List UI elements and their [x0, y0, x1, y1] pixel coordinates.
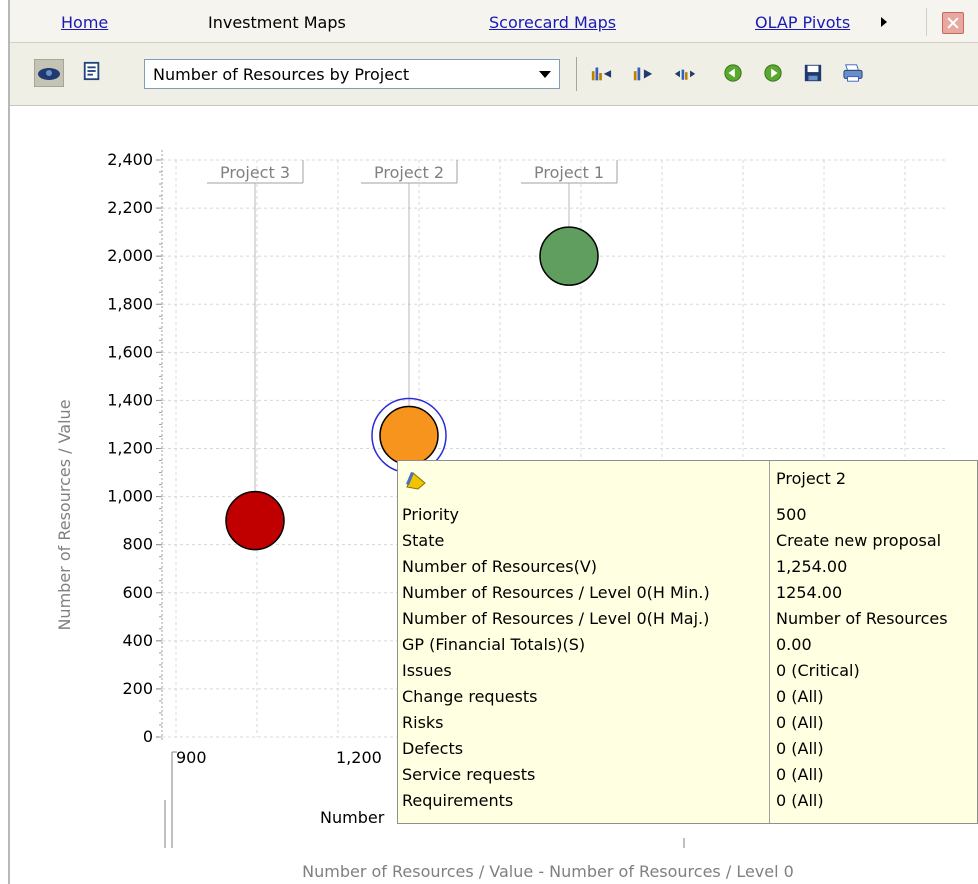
next-icon[interactable] — [762, 63, 784, 83]
tooltip-row-label: Change requests — [402, 687, 538, 706]
tooltip-row: Defects 0 (All) — [398, 739, 978, 765]
y-tick-label: 1,000 — [107, 487, 153, 506]
tooltip-row-value: 0 (All) — [776, 713, 824, 732]
tab-divider — [926, 8, 927, 36]
tooltip-row: Number of Resources / Level 0(H Maj.) Num… — [398, 609, 978, 635]
toolbar-divider — [576, 57, 577, 91]
move-left-icon[interactable] — [590, 63, 612, 83]
y-tick-label: 1,400 — [107, 390, 153, 409]
tab-home[interactable]: Home — [61, 13, 108, 32]
map-select-value: Number of Resources by Project — [153, 65, 410, 84]
y-tick-label: 2,400 — [107, 150, 153, 169]
move-both-icon[interactable] — [674, 63, 696, 83]
y-tick-label: 600 — [122, 583, 153, 602]
tooltip-row-value: 0 (All) — [776, 687, 824, 706]
tooltip-row-label: Priority — [402, 505, 459, 524]
tooltip-row-label: Number of Resources / Level 0(H Min.) — [402, 583, 710, 602]
tooltip-row-label: Requirements — [402, 791, 514, 810]
tooltip-row-label: Defects — [402, 739, 464, 758]
caret-right-icon[interactable] — [881, 17, 887, 27]
project-label: Project 3 — [220, 163, 290, 182]
save-icon[interactable] — [802, 63, 824, 83]
previous-icon[interactable] — [722, 63, 744, 83]
tooltip-row-value: 0.00 — [776, 635, 812, 654]
x-axis-partial-label: Number — [320, 808, 385, 827]
close-icon[interactable] — [942, 12, 964, 34]
tooltip-row-value: 1254.00 — [776, 583, 843, 602]
y-tick-label: 1,600 — [107, 342, 153, 361]
tooltip-row-label: Number of Resources / Level 0(H Maj.) — [402, 609, 710, 628]
y-tick-label: 2,000 — [107, 246, 153, 265]
tab-bar: Home Investment Maps Scorecard Maps OLAP… — [10, 0, 978, 43]
toolbar: Number of Resources by Project — [10, 43, 978, 106]
project-label: Project 1 — [534, 163, 604, 182]
map-select[interactable]: Number of Resources by Project — [144, 59, 560, 89]
chevron-down-icon[interactable] — [539, 71, 551, 78]
print-icon[interactable] — [842, 63, 864, 83]
y-tick-label: 800 — [122, 535, 153, 554]
tooltip-row-value: 1,254.00 — [776, 557, 848, 576]
y-tick-label: 0 — [143, 727, 153, 746]
tooltip-row-label: Issues — [402, 661, 452, 680]
tooltip-row: Change requests 0 (All) — [398, 687, 978, 713]
tooltip-row-value: 0 (All) — [776, 765, 824, 784]
tooltip-row-label: Number of Resources(V) — [402, 557, 598, 576]
tooltip-row: Risks 0 (All) — [398, 713, 978, 739]
tooltip-row-value: 0 (All) — [776, 791, 824, 810]
properties-icon[interactable] — [81, 61, 103, 81]
tooltip-row-label: Risks — [402, 713, 444, 732]
tooltip-row: GP (Financial Totals)(S) 0.00 — [398, 635, 978, 661]
y-tick-label: 200 — [122, 679, 153, 698]
project-icon — [406, 472, 426, 490]
tab-investment-maps[interactable]: Investment Maps — [208, 13, 346, 32]
tooltip-row: Issues 0 (Critical) — [398, 661, 978, 687]
y-tick-label: 400 — [122, 631, 153, 650]
project-bubble[interactable] — [379, 405, 439, 466]
y-tick-label: 1,200 — [107, 439, 153, 458]
x-tick-label: 900 — [176, 748, 207, 767]
tooltip-title: Project 2 — [776, 469, 847, 488]
tooltip-row: Requirements 0 (All) — [398, 791, 978, 817]
project-tooltip: Project 2 Priority 500 State Create new pro… — [397, 460, 978, 824]
tooltip-row-value: 0 (Critical) — [776, 661, 860, 680]
project-bubble[interactable] — [539, 226, 599, 286]
tooltip-row-value: 500 — [776, 505, 807, 524]
tooltip-row-label: Service requests — [402, 765, 536, 784]
move-right-icon[interactable] — [632, 63, 654, 83]
tooltip-row: Number of Resources(V) 1,254.00 — [398, 557, 978, 583]
y-tick-label: 1,800 — [107, 294, 153, 313]
tooltip-row-value: Number of Resources — [776, 609, 948, 628]
project-label: Project 2 — [374, 163, 444, 182]
x-tick-label: 1,200 — [336, 748, 382, 767]
y-axis-label: Number of Resources / Value — [55, 399, 74, 630]
tab-scorecard-maps[interactable]: Scorecard Maps — [489, 13, 616, 32]
view-map-icon[interactable] — [34, 59, 64, 87]
tooltip-row: Priority 500 — [398, 505, 978, 531]
tooltip-row: State Create new proposal — [398, 531, 978, 557]
y-tick-label: 2,200 — [107, 198, 153, 217]
tab-olap-pivots[interactable]: OLAP Pivots — [755, 13, 850, 32]
tooltip-row-value: 0 (All) — [776, 739, 824, 758]
x-axis-label: Number of Resources / Value - Number of … — [302, 862, 794, 881]
tooltip-row-label: GP (Financial Totals)(S) — [402, 635, 586, 654]
tooltip-row-label: State — [402, 531, 445, 550]
tooltip-row: Number of Resources / Level 0(H Min.) 125… — [398, 583, 978, 609]
tooltip-row: Service requests 0 (All) — [398, 765, 978, 791]
tooltip-row-value: Create new proposal — [776, 531, 942, 550]
project-bubble[interactable] — [225, 490, 285, 551]
